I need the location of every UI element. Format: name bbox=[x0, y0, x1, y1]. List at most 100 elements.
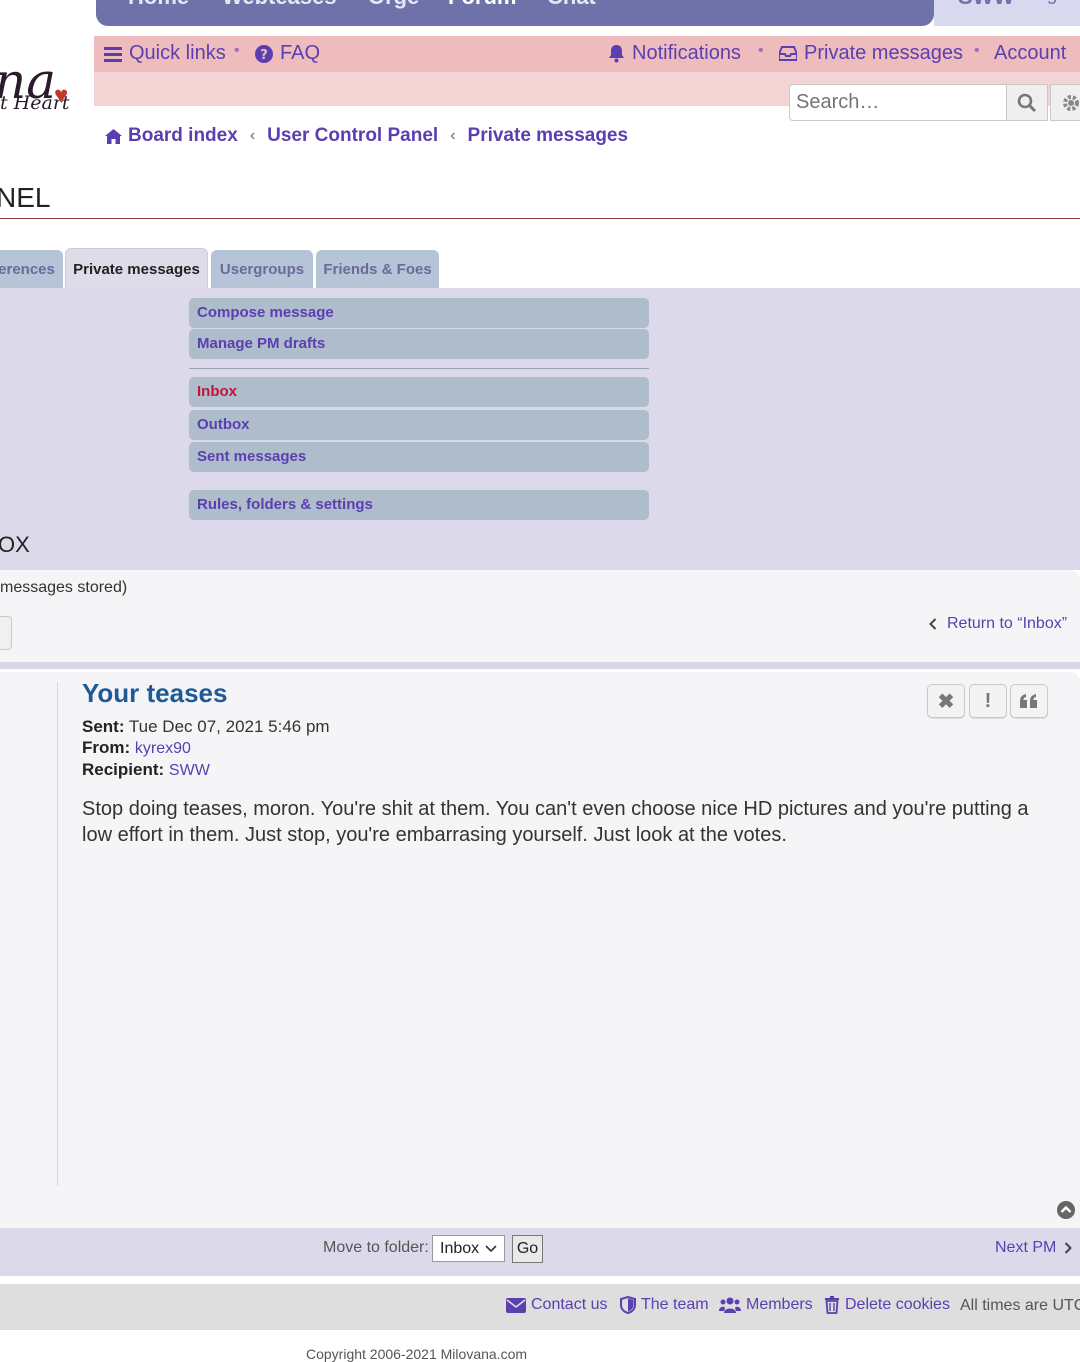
action-button[interactable] bbox=[0, 616, 12, 650]
nav-orge[interactable]: Orge bbox=[368, 0, 419, 10]
home-icon bbox=[105, 128, 122, 144]
username-link[interactable]: SWW bbox=[958, 0, 1014, 10]
chevron-right-icon bbox=[1065, 1242, 1073, 1254]
trash-icon bbox=[825, 1296, 839, 1314]
next-pm-label: Next PM bbox=[995, 1239, 1057, 1256]
menu-outbox[interactable]: Outbox bbox=[189, 410, 649, 440]
faq-label: FAQ bbox=[280, 42, 321, 64]
user-area: SWW logout bbox=[934, 0, 1080, 26]
timezone-text: All times are UTC bbox=[960, 1297, 1080, 1314]
return-to-inbox-link[interactable]: Return to “Inbox” bbox=[929, 615, 1067, 633]
delete-cookies-label: Delete cookies bbox=[845, 1296, 950, 1313]
tab-usergroups[interactable]: Usergroups bbox=[211, 250, 313, 288]
exclamation-icon: ! bbox=[984, 689, 992, 712]
question-circle-icon: ? bbox=[255, 44, 273, 63]
advanced-search-button[interactable] bbox=[1050, 84, 1080, 121]
nav-forum[interactable]: Forum bbox=[448, 0, 516, 10]
quick-links-menu[interactable]: Quick links bbox=[104, 42, 226, 65]
box-separator bbox=[0, 662, 1080, 669]
sent-value: Tue Dec 07, 2021 5:46 pm bbox=[128, 717, 330, 736]
breadcrumb: Board index ‹ User Control Panel ‹ Priva… bbox=[104, 125, 628, 147]
recipient-label: Recipient: bbox=[82, 760, 165, 779]
from-label: From: bbox=[82, 738, 131, 757]
breadcrumb-user-control-panel[interactable]: User Control Panel bbox=[267, 125, 438, 147]
sent-label: Sent: bbox=[82, 717, 125, 736]
breadcrumb-separator: ‹ bbox=[249, 127, 256, 144]
from-user-link[interactable]: kyrex90 bbox=[135, 740, 191, 757]
delete-cookies-link[interactable]: Delete cookies bbox=[824, 1296, 950, 1314]
message-sent: Sent: Tue Dec 07, 2021 5:46 pm bbox=[82, 717, 330, 737]
gear-icon bbox=[1063, 94, 1079, 111]
chevron-left-icon bbox=[929, 618, 937, 630]
heart-icon: ♥ bbox=[54, 82, 69, 109]
private-messages-link[interactable]: Private messages bbox=[779, 42, 963, 65]
chevron-down-icon bbox=[485, 1244, 497, 1252]
search-icon bbox=[1017, 93, 1037, 112]
delete-message-button[interactable]: ✖ bbox=[927, 684, 965, 718]
the-team-label: The team bbox=[641, 1296, 709, 1313]
shield-icon bbox=[620, 1296, 636, 1314]
quick-nav-bar: Quick links • ? FAQ Notifications • Priv… bbox=[94, 36, 1080, 72]
message-recipient: Recipient: SWW bbox=[82, 760, 210, 780]
menu-divider bbox=[189, 368, 649, 369]
separator-dot: • bbox=[974, 42, 980, 59]
faq-link[interactable]: ? FAQ bbox=[255, 42, 320, 65]
report-message-button[interactable]: ! bbox=[969, 684, 1007, 718]
search-input[interactable] bbox=[789, 84, 1007, 121]
logout-link[interactable]: logout bbox=[1032, 0, 1080, 6]
main-navbar: Home Webteases Orge Forum Chat bbox=[96, 0, 934, 26]
menu-compose-message[interactable]: Compose message bbox=[189, 298, 649, 328]
nav-webteases[interactable]: Webteases bbox=[222, 0, 337, 10]
folder-status-box bbox=[0, 570, 1080, 662]
message-body: Stop doing teases, moron. You're shit at… bbox=[82, 798, 1029, 846]
next-pm-link[interactable]: Next PM bbox=[995, 1239, 1073, 1257]
members-label: Members bbox=[746, 1296, 813, 1313]
menu-manage-pm-drafts[interactable]: Manage PM drafts bbox=[189, 329, 649, 359]
breadcrumb-separator: ‹ bbox=[450, 127, 456, 144]
menu-inbox[interactable]: Inbox bbox=[189, 377, 649, 407]
nav-chat[interactable]: Chat bbox=[547, 0, 596, 10]
copyright-text: Copyright 2006-2021 Milovana.com bbox=[306, 1346, 528, 1362]
folder-select[interactable]: Inbox bbox=[432, 1235, 505, 1262]
close-icon: ✖ bbox=[937, 690, 955, 713]
contact-us-link[interactable]: Contact us bbox=[506, 1296, 607, 1314]
notifications-label: Notifications bbox=[632, 42, 741, 64]
section-title: OX bbox=[0, 532, 30, 557]
users-icon bbox=[719, 1297, 741, 1313]
recipient-user-link[interactable]: SWW bbox=[169, 762, 210, 779]
account-menu[interactable]: Account bbox=[994, 42, 1066, 65]
breadcrumb-private-messages[interactable]: Private messages bbox=[468, 125, 629, 147]
bars-icon bbox=[104, 46, 122, 62]
tab-preferences[interactable]: erences bbox=[0, 250, 63, 288]
quote-message-button[interactable] bbox=[1010, 684, 1048, 718]
members-link[interactable]: Members bbox=[719, 1296, 813, 1314]
tab-private-messages[interactable]: Private messages bbox=[65, 248, 208, 289]
the-team-link[interactable]: The team bbox=[620, 1296, 709, 1314]
account-label: Account bbox=[994, 42, 1067, 64]
page-title: NEL bbox=[0, 182, 51, 213]
menu-sent-messages[interactable]: Sent messages bbox=[189, 442, 649, 472]
svg-text:?: ? bbox=[260, 48, 268, 63]
quick-links-label: Quick links bbox=[129, 42, 226, 64]
private-messages-label: Private messages bbox=[804, 42, 963, 64]
bell-icon bbox=[609, 45, 624, 63]
move-to-folder-label: Move to folder: bbox=[323, 1239, 429, 1256]
breadcrumb-board-index[interactable]: Board index bbox=[128, 125, 238, 147]
inbox-icon bbox=[779, 46, 797, 61]
back-to-top-icon[interactable] bbox=[1056, 1200, 1076, 1220]
separator-dot: • bbox=[234, 42, 240, 59]
notifications-link[interactable]: Notifications bbox=[608, 42, 741, 65]
contact-us-label: Contact us bbox=[531, 1296, 608, 1313]
separator-dot: • bbox=[758, 42, 764, 59]
envelope-icon bbox=[506, 1297, 526, 1313]
quote-icon bbox=[1020, 694, 1037, 708]
go-button[interactable]: Go bbox=[512, 1235, 543, 1263]
return-label: Return to “Inbox” bbox=[947, 615, 1068, 632]
menu-rules-folders-settings[interactable]: Rules, folders & settings bbox=[189, 490, 649, 520]
title-divider bbox=[0, 218, 1080, 219]
tab-friends-foes[interactable]: Friends & Foes bbox=[316, 250, 439, 288]
messages-stored-text: messages stored) bbox=[0, 579, 128, 596]
search-button[interactable] bbox=[1006, 84, 1048, 121]
folder-select-value: Inbox bbox=[440, 1239, 480, 1257]
nav-home[interactable]: Home bbox=[128, 0, 189, 10]
